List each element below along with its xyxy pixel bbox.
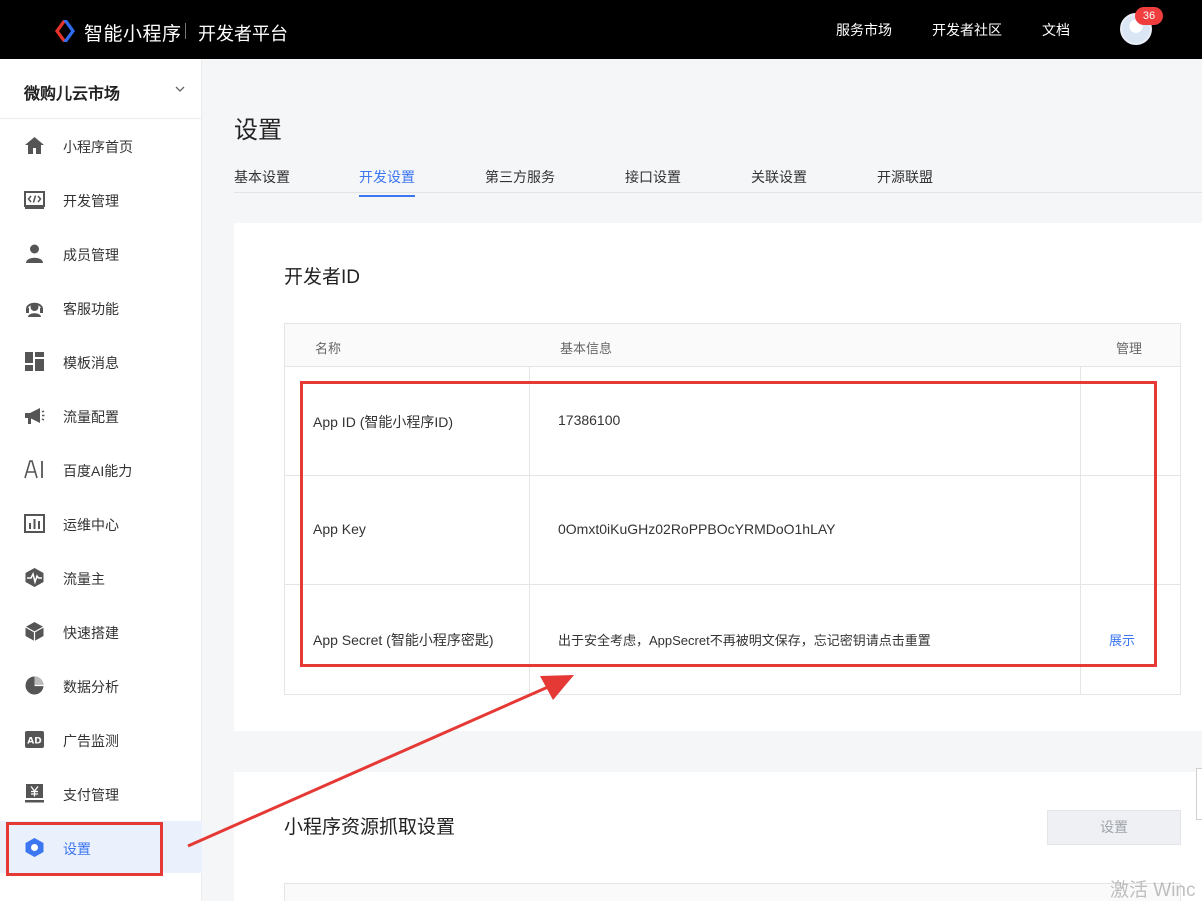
sidebar-item-label: 流量主: [63, 571, 105, 587]
sidebar-item-ops-center[interactable]: 运维中心: [0, 497, 202, 549]
sidebar-item-template-messages[interactable]: 模板消息: [0, 335, 202, 387]
sidebar-item-ad-monitoring[interactable]: AD 广告监测: [0, 713, 202, 765]
nav-link-developer-community[interactable]: 开发者社区: [932, 20, 1002, 40]
nav-link-docs[interactable]: 文档: [1042, 20, 1070, 40]
top-navigation-bar: 智能小程序 开发者平台 服务市场 开发者社区 文档 36: [0, 0, 1202, 59]
column-header-name: 名称: [315, 341, 342, 356]
sidebar-item-label: 数据分析: [63, 679, 119, 695]
annotation-highlight-box: [6, 822, 163, 876]
sidebar-item-label: 客服功能: [63, 301, 119, 317]
tab-api-settings[interactable]: 接口设置: [625, 167, 681, 195]
section-title: 开发者ID: [284, 267, 361, 288]
brand-name: 智能小程序: [84, 24, 182, 45]
platform-name: 开发者平台: [198, 24, 288, 44]
sidebar-item-label: 开发管理: [63, 193, 119, 209]
app-name: 微购儿云市场: [24, 86, 121, 103]
sidebar-item-label: 流量配置: [63, 409, 119, 425]
sidebar-item-members[interactable]: 成员管理: [0, 227, 202, 279]
sidebar-item-label: 支付管理: [63, 787, 119, 803]
tab-third-party[interactable]: 第三方服务: [485, 167, 555, 195]
sidebar-item-label: 成员管理: [63, 247, 119, 263]
sidebar-item-payment[interactable]: 支付管理: [0, 767, 202, 819]
ai-icon: [24, 460, 43, 479]
column-header-info: 基本信息: [560, 341, 613, 356]
bar-chart-icon: [24, 514, 45, 533]
sidebar-item-home[interactable]: 小程序首页: [0, 119, 202, 171]
sidebar-item-data-analysis[interactable]: 数据分析: [0, 659, 202, 711]
sidebar-item-quick-build[interactable]: 快速搭建: [0, 605, 202, 657]
cube-icon: [25, 622, 44, 641]
tab-dev-settings[interactable]: 开发设置: [359, 167, 415, 197]
headset-icon: [26, 302, 43, 317]
logo-icon: [55, 20, 75, 42]
sidebar-item-label: 小程序首页: [63, 139, 133, 155]
sidebar-item-traffic-config[interactable]: 流量配置: [0, 389, 202, 441]
sidebar-item-label: 模板消息: [63, 355, 119, 371]
sidebar: 微购儿云市场 小程序首页 开发管理 成员管理 客服功能 模板消息 流量配置 百度…: [0, 59, 202, 901]
sidebar-item-label: 广告监测: [63, 733, 119, 749]
megaphone-icon: [25, 408, 45, 424]
ad-icon: AD: [25, 731, 44, 748]
section-title: 小程序资源抓取设置: [284, 817, 456, 838]
table-header: 名称 基本信息 管理: [285, 324, 1180, 367]
scrollbar-handle[interactable]: [1196, 768, 1202, 820]
pulse-icon: [25, 568, 44, 587]
column-header-manage: 管理: [1116, 341, 1143, 356]
tab-open-source[interactable]: 开源联盟: [877, 167, 933, 195]
sidebar-item-traffic-owner[interactable]: 流量主: [0, 551, 202, 603]
code-icon: [24, 191, 45, 209]
settings-button[interactable]: 设置: [1047, 810, 1181, 845]
svg-text:AD: AD: [27, 737, 41, 747]
tab-linked-settings[interactable]: 关联设置: [751, 167, 807, 195]
tab-basic-settings[interactable]: 基本设置: [234, 167, 290, 195]
brand-divider: [185, 23, 186, 39]
nav-link-service-market[interactable]: 服务市场: [836, 20, 892, 40]
home-icon: [25, 137, 44, 154]
sidebar-item-label: 百度AI能力: [63, 463, 133, 479]
activation-watermark: 激活 Winc: [1110, 880, 1196, 901]
page-title: 设置: [234, 117, 282, 144]
sidebar-item-label: 运维中心: [63, 517, 119, 533]
sidebar-item-label: 快速搭建: [63, 625, 119, 641]
user-icon: [26, 244, 43, 263]
pie-chart-icon: [25, 676, 44, 695]
notification-badge[interactable]: 36: [1135, 7, 1163, 25]
sidebar-item-customer-service[interactable]: 客服功能: [0, 281, 202, 333]
resource-fetch-card: 小程序资源抓取设置 设置: [234, 772, 1202, 901]
chevron-down-icon: [175, 86, 185, 92]
app-selector[interactable]: 微购儿云市场: [0, 59, 202, 119]
resource-fetch-table-header: [284, 883, 1181, 901]
settings-tabs: 基本设置 开发设置 第三方服务 接口设置 关联设置 开源联盟: [234, 160, 1202, 197]
sidebar-item-dev-management[interactable]: 开发管理: [0, 173, 202, 225]
annotation-highlight-box: [300, 381, 1157, 667]
template-icon: [25, 352, 44, 371]
sidebar-item-ai[interactable]: 百度AI能力: [0, 443, 202, 495]
yuan-icon: [25, 784, 44, 803]
